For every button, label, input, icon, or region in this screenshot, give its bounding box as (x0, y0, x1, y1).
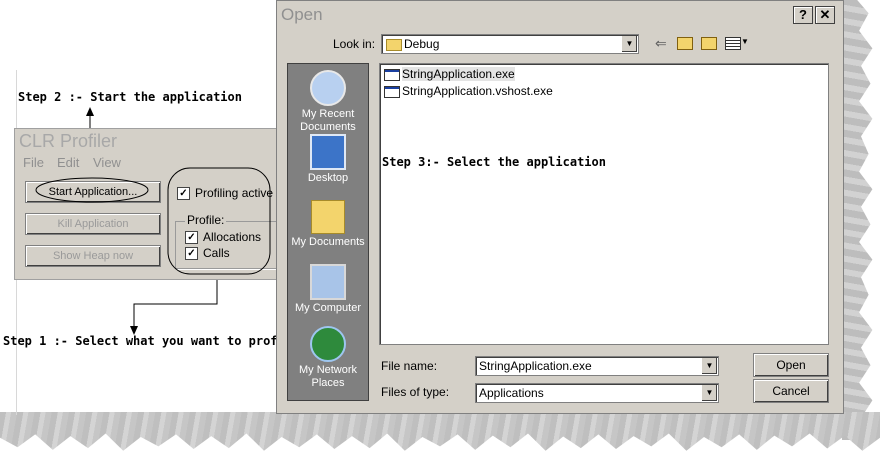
start-application-button[interactable]: Start Application... (25, 181, 161, 203)
menu-view[interactable]: View (93, 155, 121, 170)
look-in-select[interactable]: Debug ▼ (381, 34, 639, 54)
look-in-value: Debug (404, 37, 440, 51)
file-name: StringApplication.vshost.exe (402, 84, 553, 98)
step-1-label: Step 1 :- Select what you want to profil… (3, 334, 307, 348)
file-type-value: Applications (479, 386, 544, 400)
exe-file-icon (384, 68, 400, 81)
allocations-label: Allocations (203, 230, 262, 244)
list-item[interactable]: StringApplication.vshost.exe (384, 84, 553, 99)
menu-file[interactable]: File (23, 155, 44, 170)
file-list[interactable]: StringApplication.exe StringApplication.… (379, 63, 829, 345)
place-label-computer: My Computer (294, 302, 362, 314)
open-file-dialog: Open ? ✕ Look in: Debug ▼ ⇐ ▼ My Recent … (276, 0, 844, 414)
kill-application-button[interactable]: Kill Application (25, 213, 161, 235)
my-documents-icon (311, 200, 345, 234)
menu-edit[interactable]: Edit (57, 155, 79, 170)
show-heap-button[interactable]: Show Heap now (25, 245, 161, 267)
file-type-select[interactable]: Applications ▼ (475, 383, 719, 403)
torn-edge-right (842, 0, 873, 440)
new-folder-icon[interactable] (701, 37, 717, 50)
place-label-network: My Network Places (298, 364, 358, 389)
place-label-desktop: Desktop (307, 172, 349, 184)
place-my-recent-documents[interactable]: My Recent Documents (288, 70, 368, 134)
step-2-label: Step 2 :- Start the application (18, 90, 242, 104)
step-3-label: Step 3:- Select the application (382, 155, 606, 169)
allocations-checkbox[interactable]: ✓ (185, 231, 198, 244)
network-places-icon (310, 326, 346, 362)
chevron-down-icon[interactable]: ▼ (701, 358, 717, 374)
profile-group-label: Profile: (185, 213, 227, 227)
clr-profiler-title: CLR Profiler (19, 131, 118, 151)
place-my-computer[interactable]: My Computer (288, 264, 368, 315)
desktop-icon (310, 134, 346, 170)
close-icon[interactable]: ✕ (815, 6, 835, 24)
profile-group-box (175, 221, 277, 269)
file-name: StringApplication.exe (402, 67, 515, 81)
recent-documents-icon (310, 70, 346, 106)
file-type-label: Files of type: (381, 385, 450, 399)
cancel-button[interactable]: Cancel (753, 379, 829, 403)
calls-checkbox[interactable]: ✓ (185, 247, 198, 260)
view-menu-chevron-icon[interactable]: ▼ (741, 37, 749, 46)
exe-file-icon (384, 85, 400, 98)
dialog-title: Open (281, 5, 323, 24)
profiling-active-checkbox[interactable]: ✓ (177, 187, 190, 200)
clr-profiler-window: CLR Profiler File Edit View Start Applic… (14, 128, 278, 280)
place-label-documents: My Documents (291, 236, 365, 248)
place-my-network[interactable]: My Network Places (288, 326, 368, 390)
place-my-documents[interactable]: My Documents (288, 200, 368, 249)
file-name-label: File name: (381, 359, 438, 373)
calls-label: Calls (203, 246, 230, 260)
file-name-value: StringApplication.exe (479, 359, 592, 373)
open-button[interactable]: Open (753, 353, 829, 377)
help-button[interactable]: ? (793, 6, 813, 24)
chevron-down-icon[interactable]: ▼ (621, 36, 637, 52)
my-computer-icon (310, 264, 346, 300)
folder-icon (386, 39, 402, 51)
list-item[interactable]: StringApplication.exe (384, 67, 515, 82)
profiling-active-label: Profiling active (195, 186, 274, 200)
place-label-recent: My Recent Documents (300, 108, 356, 133)
torn-edge-bottom (0, 412, 880, 451)
chevron-down-icon[interactable]: ▼ (701, 385, 717, 401)
place-desktop[interactable]: Desktop (288, 134, 368, 185)
up-folder-icon[interactable] (677, 37, 693, 50)
back-arrow-icon[interactable]: ⇐ (655, 35, 667, 52)
places-bar: My Recent Documents Desktop My Documents… (287, 63, 369, 401)
view-menu-icon[interactable] (725, 37, 741, 50)
file-name-input[interactable]: StringApplication.exe ▼ (475, 356, 719, 376)
look-in-label: Look in: (333, 37, 376, 51)
